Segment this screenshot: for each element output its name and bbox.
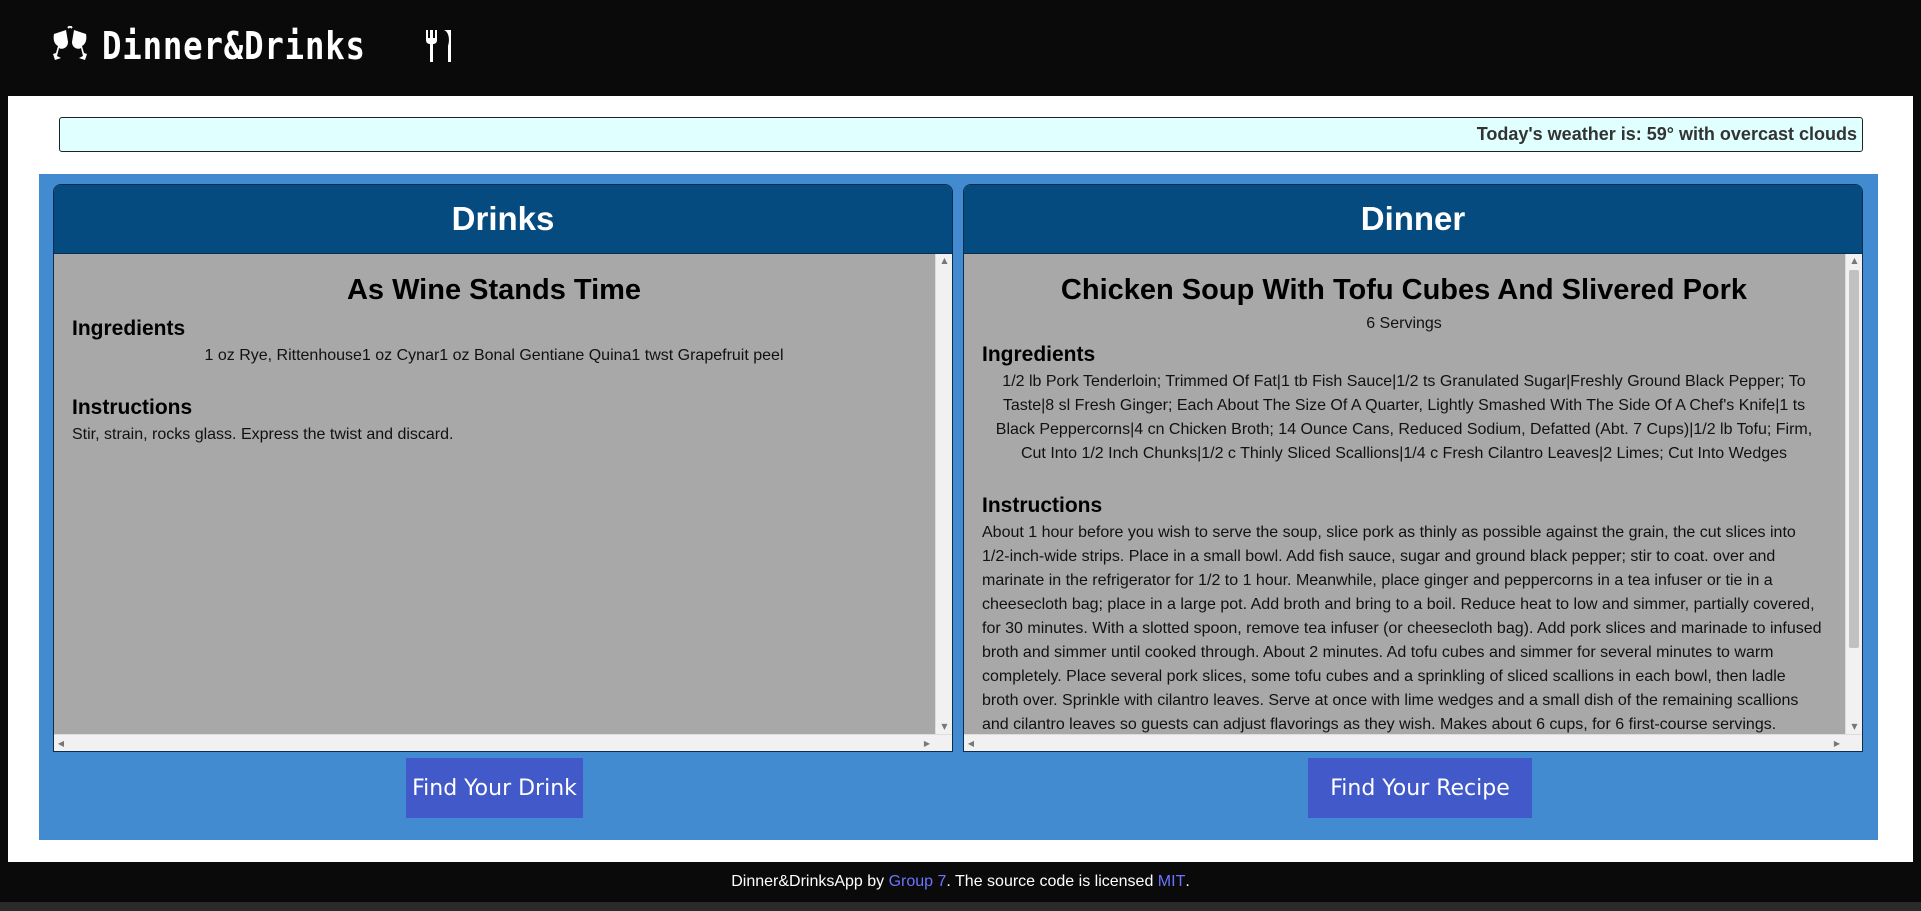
bottom-strip	[0, 902, 1921, 911]
scroll-up-arrow-icon[interactable]: ▲	[1846, 254, 1862, 268]
drink-ingredients-label: Ingredients	[72, 317, 186, 340]
weather-banner: Today's weather is: 59° with overcast cl…	[59, 117, 1863, 152]
fork-knife-icon	[426, 30, 452, 62]
drink-ingredients: 1 oz Rye, Rittenhouse1 oz Cynar1 oz Bona…	[204, 347, 784, 364]
find-drink-button[interactable]: Find Your Drink	[406, 758, 583, 818]
find-recipe-button[interactable]: Find Your Recipe	[1308, 758, 1532, 818]
dinner-vertical-scrollbar[interactable]: ▲ ▼	[1845, 254, 1862, 734]
dinner-instructions: About 1 hour before you wish to serve th…	[982, 524, 1822, 733]
drinks-horizontal-scrollbar[interactable]: ◀ ▶	[54, 734, 952, 751]
scroll-down-arrow-icon[interactable]: ▼	[1846, 720, 1862, 734]
dinner-horizontal-scrollbar[interactable]: ◀ ▶	[964, 734, 1862, 751]
footer-license-link[interactable]: MIT	[1158, 873, 1186, 891]
drink-title: As Wine Stands Time	[346, 274, 642, 306]
scrollbar-thumb[interactable]	[1849, 270, 1859, 648]
dinner-ingredients-label: Ingredients	[982, 343, 1096, 366]
recipes-container: Drinks As Wine Stands Time Ingredients 1…	[39, 174, 1878, 840]
brand-logo[interactable]: Dinner&Drinks	[48, 18, 454, 74]
dinner-card: Dinner Chicken Soup With Tofu Cubes And …	[963, 184, 1863, 752]
dinner-heading: Dinner	[964, 185, 1862, 254]
dinner-servings: 6 Servings	[1366, 315, 1442, 332]
dinner-instructions-label: Instructions	[982, 494, 1103, 517]
footer-suffix: .	[1185, 873, 1190, 890]
brand-name: Dinner&Drinks	[102, 24, 366, 68]
drinks-vertical-scrollbar[interactable]: ▲ ▼	[935, 254, 952, 734]
top-navbar: Dinner&Drinks	[0, 0, 1921, 96]
footer-middle: . The source code is licensed	[946, 873, 1158, 890]
scroll-right-arrow-icon[interactable]: ▶	[1830, 735, 1844, 751]
drinks-scroll-area[interactable]: As Wine Stands Time Ingredients 1 oz Rye…	[54, 254, 934, 733]
footer: Dinner&DrinksApp by Group 7 . The source…	[0, 862, 1921, 902]
scroll-left-arrow-icon[interactable]: ◀	[54, 735, 68, 751]
scroll-right-arrow-icon[interactable]: ▶	[920, 735, 934, 751]
drinks-heading: Drinks	[54, 185, 952, 254]
drinks-card: Drinks As Wine Stands Time Ingredients 1…	[53, 184, 953, 752]
cheers-glasses-icon	[53, 26, 87, 60]
scroll-down-arrow-icon[interactable]: ▼	[936, 720, 952, 734]
dinner-ingredients: 1/2 lb Pork Tenderloin; Trimmed Of Fat|1…	[995, 373, 1813, 462]
scroll-up-arrow-icon[interactable]: ▲	[936, 254, 952, 268]
drink-instructions: Stir, strain, rocks glass. Express the t…	[72, 426, 454, 443]
main-content: Today's weather is: 59° with overcast cl…	[8, 96, 1913, 862]
weather-text: Today's weather is: 59° with overcast cl…	[1476, 124, 1857, 144]
drink-instructions-label: Instructions	[72, 396, 193, 419]
dinner-scroll-area[interactable]: Chicken Soup With Tofu Cubes And Slivere…	[964, 254, 1844, 733]
footer-prefix: Dinner&DrinksApp by	[731, 873, 889, 890]
scroll-left-arrow-icon[interactable]: ◀	[964, 735, 978, 751]
dinner-title: Chicken Soup With Tofu Cubes And Slivere…	[1060, 274, 1748, 306]
footer-author-link[interactable]: Group 7	[889, 873, 947, 891]
